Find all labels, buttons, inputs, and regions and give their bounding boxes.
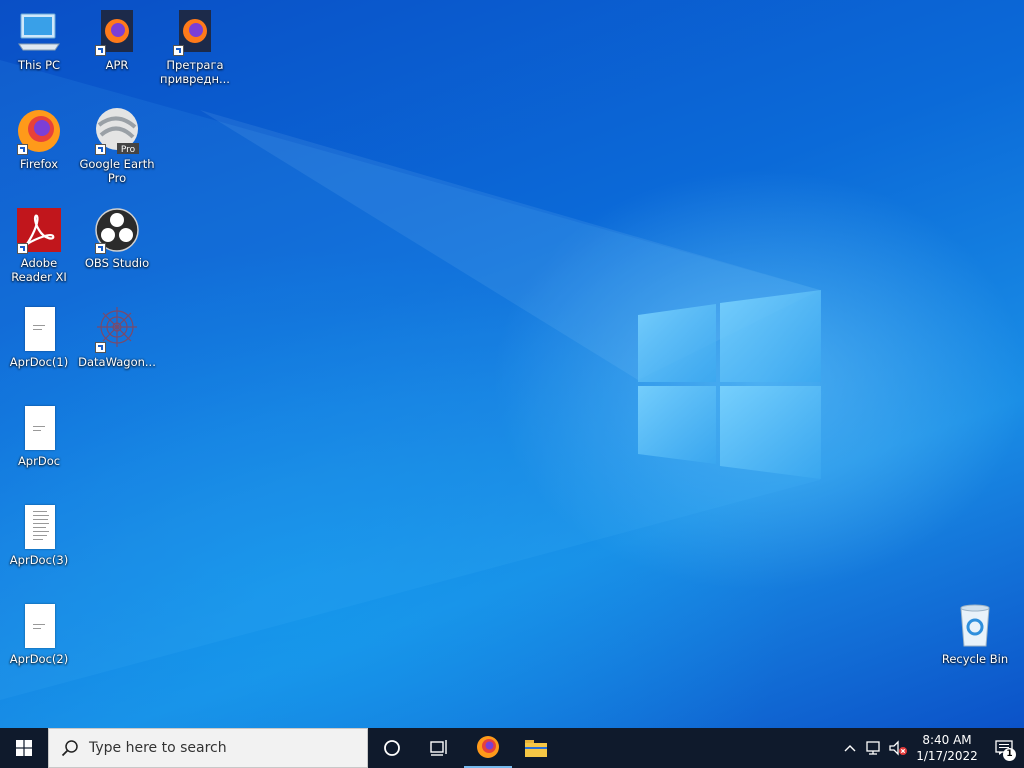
volume-muted-icon bbox=[889, 740, 907, 756]
clock-date: 1/17/2022 bbox=[916, 749, 978, 763]
firefox-icon bbox=[477, 736, 499, 758]
recycle-bin-icon bbox=[960, 604, 990, 647]
document-icon bbox=[15, 404, 63, 452]
cortana-circle-icon bbox=[384, 740, 400, 756]
shortcut-arrow-icon bbox=[173, 45, 184, 56]
system-tray: 8:40 AM 1/17/2022 1 bbox=[838, 728, 1024, 768]
desktop-icon-aprdoc-2[interactable]: AprDoc(2) bbox=[0, 602, 78, 666]
clock[interactable]: 8:40 AM 1/17/2022 bbox=[910, 728, 984, 768]
volume-button[interactable] bbox=[886, 728, 910, 768]
desktop-icon-adobe-reader[interactable]: Adobe Reader XI bbox=[0, 206, 78, 284]
desktop-icon-aprdoc[interactable]: AprDoc bbox=[0, 404, 78, 468]
task-view-icon bbox=[430, 740, 447, 756]
desktop-icon-aprdoc-3[interactable]: AprDoc(3) bbox=[0, 503, 78, 567]
notification-count-badge: 1 bbox=[1003, 748, 1016, 761]
svg-text:Pro: Pro bbox=[121, 145, 136, 155]
chevron-up-icon bbox=[844, 745, 856, 752]
windows-logo-icon bbox=[16, 740, 32, 756]
taskbar: Type here to search 8:40 AM 1/17/2022 1 bbox=[0, 728, 1024, 768]
clock-time: 8:40 AM bbox=[922, 733, 972, 747]
document-icon bbox=[15, 602, 63, 650]
desktop-icon-pretraga[interactable]: Претрага привредн... bbox=[156, 8, 234, 86]
desktop-icon-this-pc[interactable]: This PC bbox=[0, 8, 78, 72]
desktop-icon-aprdoc-1[interactable]: AprDoc(1) bbox=[0, 305, 78, 369]
desktop-icon-google-earth-pro[interactable]: Pro Google Earth Pro bbox=[78, 107, 156, 185]
show-hidden-icons-button[interactable] bbox=[838, 728, 862, 768]
folder-icon bbox=[525, 740, 547, 757]
task-view-button[interactable] bbox=[416, 728, 464, 768]
taskbar-file-explorer-button[interactable] bbox=[512, 728, 560, 768]
search-icon bbox=[61, 740, 78, 757]
shortcut-arrow-icon bbox=[95, 342, 106, 353]
document-icon bbox=[15, 305, 63, 353]
shortcut-arrow-icon bbox=[17, 144, 28, 155]
action-center-button[interactable]: 1 bbox=[984, 728, 1024, 768]
taskbar-search-box[interactable]: Type here to search bbox=[48, 728, 368, 768]
shortcut-arrow-icon bbox=[95, 45, 106, 56]
desktop-icon-apr[interactable]: APR bbox=[78, 8, 156, 72]
shortcut-arrow-icon bbox=[17, 243, 28, 254]
document-icon bbox=[15, 503, 63, 551]
start-button[interactable] bbox=[0, 728, 48, 768]
shortcut-arrow-icon bbox=[95, 243, 106, 254]
desktop-icon-firefox[interactable]: Firefox bbox=[0, 107, 78, 171]
desktop-icon-datawagon[interactable]: DataWagon... bbox=[78, 305, 156, 369]
desktop-icon-obs-studio[interactable]: OBS Studio bbox=[78, 206, 156, 270]
network-icon bbox=[866, 741, 880, 755]
taskbar-firefox-button[interactable] bbox=[464, 728, 512, 768]
desktop[interactable]: This PC APR Претрага привредн... Firefox… bbox=[0, 0, 1024, 728]
search-placeholder: Type here to search bbox=[89, 740, 227, 756]
computer-icon bbox=[18, 13, 60, 51]
desktop-icon-recycle-bin[interactable]: Recycle Bin bbox=[936, 602, 1014, 666]
shortcut-arrow-icon bbox=[95, 144, 106, 155]
cortana-button[interactable] bbox=[368, 728, 416, 768]
network-button[interactable] bbox=[862, 728, 886, 768]
